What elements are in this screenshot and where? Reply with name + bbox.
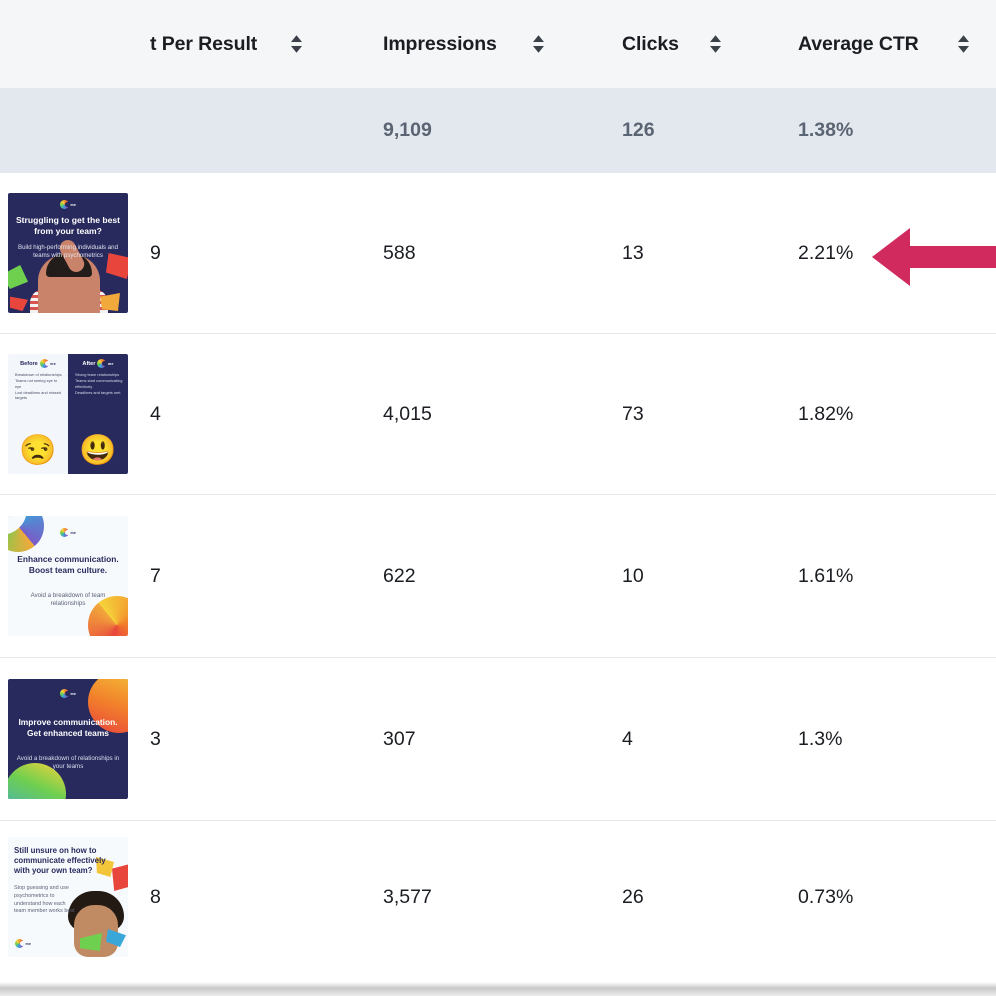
after-emoji: 😃 [79, 434, 117, 467]
creative-headline: Improve communication. Get enhanced team… [18, 717, 118, 738]
cell-impressions: 3,577 [383, 885, 432, 908]
before-label-row: Before me [12, 359, 64, 368]
sort-chevrons-icon-impressions[interactable] [530, 0, 547, 88]
after-label-row: After me [72, 359, 124, 368]
creative-after-panel: After me Strong team relationships Teams… [68, 354, 128, 474]
sort-chevrons-icon-clicks[interactable] [707, 0, 724, 88]
creative-subtext: Build high-performing individuals and te… [18, 244, 118, 259]
cell-cost-per-result: 3 [150, 727, 161, 750]
summary-impressions: 9,109 [383, 119, 432, 141]
before-label: Before [20, 360, 38, 367]
bullet: Strong team relationships [75, 372, 124, 378]
column-header-impressions[interactable]: Impressions [383, 0, 497, 88]
cell-clicks: 4 [622, 727, 633, 750]
sort-chevrons-icon-cost-per-result[interactable] [288, 0, 305, 88]
before-emoji: 😒 [19, 434, 57, 467]
cell-average-ctr: 0.73% [798, 885, 854, 908]
brand-logo-icon: me [59, 689, 76, 698]
decor-shape [10, 296, 28, 311]
column-header-average-ctr[interactable]: Average CTR [798, 0, 919, 88]
cell-clicks: 73 [622, 402, 644, 425]
bullet: Teams start communicating effectively [75, 378, 124, 390]
ad-creative-thumbnail[interactable]: Before me Breakdown of relationships Tea… [8, 354, 128, 474]
decor-shape [8, 265, 28, 289]
ads-performance-table-page: t Per Result Impressions Clicks Average … [0, 0, 996, 996]
creative-before-panel: Before me Breakdown of relationships Tea… [8, 354, 68, 474]
creative-headline: Struggling to get the best from your tea… [15, 215, 121, 236]
brand-logo-icon: me [59, 528, 76, 537]
column-header-label: Clicks [622, 32, 679, 55]
brand-logo-icon: me [59, 200, 76, 209]
cell-impressions: 588 [383, 241, 416, 264]
ad-creative-thumbnail[interactable]: Still unsure on how to communicate effec… [8, 837, 128, 957]
viewport-bottom-shadow [0, 982, 996, 996]
table-summary-row: 9,109 126 1.38% [0, 88, 996, 173]
ad-creative-thumbnail[interactable]: me Struggling to get the best from your … [8, 193, 128, 313]
cell-cost-per-result: 9 [150, 241, 161, 264]
column-header-label: t Per Result [150, 32, 258, 55]
cell-cost-per-result: 7 [150, 564, 161, 587]
column-header-clicks[interactable]: Clicks [622, 0, 679, 88]
table-row[interactable]: Still unsure on how to communicate effec… [0, 821, 996, 974]
cell-clicks: 13 [622, 241, 644, 264]
cell-impressions: 307 [383, 727, 416, 750]
summary-average-ctr: 1.38% [798, 119, 854, 141]
column-header-label: Impressions [383, 32, 497, 55]
table-row[interactable]: me Struggling to get the best from your … [0, 173, 996, 334]
ad-creative-thumbnail[interactable]: me Enhance communication. Boost team cul… [8, 516, 128, 636]
cell-clicks: 10 [622, 564, 644, 587]
ad-creative-thumbnail[interactable]: me Improve communication. Get enhanced t… [8, 679, 128, 799]
table-row[interactable]: Before me Breakdown of relationships Tea… [0, 334, 996, 495]
bullet: Teams not seeing eye to eye [15, 378, 64, 390]
bullet: Deadlines and targets met [75, 390, 124, 396]
bullet: Lost deadlines and missed targets [15, 390, 64, 402]
table-row[interactable]: me Improve communication. Get enhanced t… [0, 658, 996, 821]
sort-chevrons-icon-average-ctr[interactable] [955, 0, 972, 88]
after-bullets: Strong team relationships Teams start co… [75, 372, 124, 395]
cell-average-ctr: 1.82% [798, 402, 854, 425]
before-bullets: Breakdown of relationships Teams not see… [15, 372, 64, 401]
table-header-row: t Per Result Impressions Clicks Average … [0, 0, 996, 88]
bullet: Breakdown of relationships [15, 372, 64, 378]
cell-cost-per-result: 8 [150, 885, 161, 908]
cell-impressions: 4,015 [383, 402, 432, 425]
cell-average-ctr: 1.61% [798, 564, 854, 587]
cell-clicks: 26 [622, 885, 644, 908]
cell-impressions: 622 [383, 564, 416, 587]
brand-logo-icon: me [39, 359, 56, 368]
cell-average-ctr: 2.21% [798, 241, 854, 264]
column-header-label: Average CTR [798, 32, 919, 55]
cell-cost-per-result: 4 [150, 402, 161, 425]
creative-subtext: Stop guessing and use psychometrics to u… [14, 885, 75, 915]
brand-logo-icon: me [97, 359, 113, 368]
table-row[interactable]: me Enhance communication. Boost team cul… [0, 495, 996, 658]
creative-headline: Still unsure on how to communicate effec… [14, 846, 106, 875]
after-label: After [82, 360, 96, 367]
column-header-cost-per-result[interactable]: t Per Result [150, 0, 257, 88]
cell-average-ctr: 1.3% [798, 727, 843, 750]
table-bottom-spacer [0, 960, 996, 982]
summary-clicks: 126 [622, 119, 655, 141]
creative-subtext: Avoid a breakdown of relationships in yo… [16, 755, 120, 771]
brand-logo-icon: me [15, 939, 31, 948]
creative-subtext: Avoid a breakdown of team relationships [30, 592, 106, 608]
decor-shape [112, 863, 128, 891]
creative-headline: Enhance communication. Boost team cultur… [17, 554, 119, 575]
